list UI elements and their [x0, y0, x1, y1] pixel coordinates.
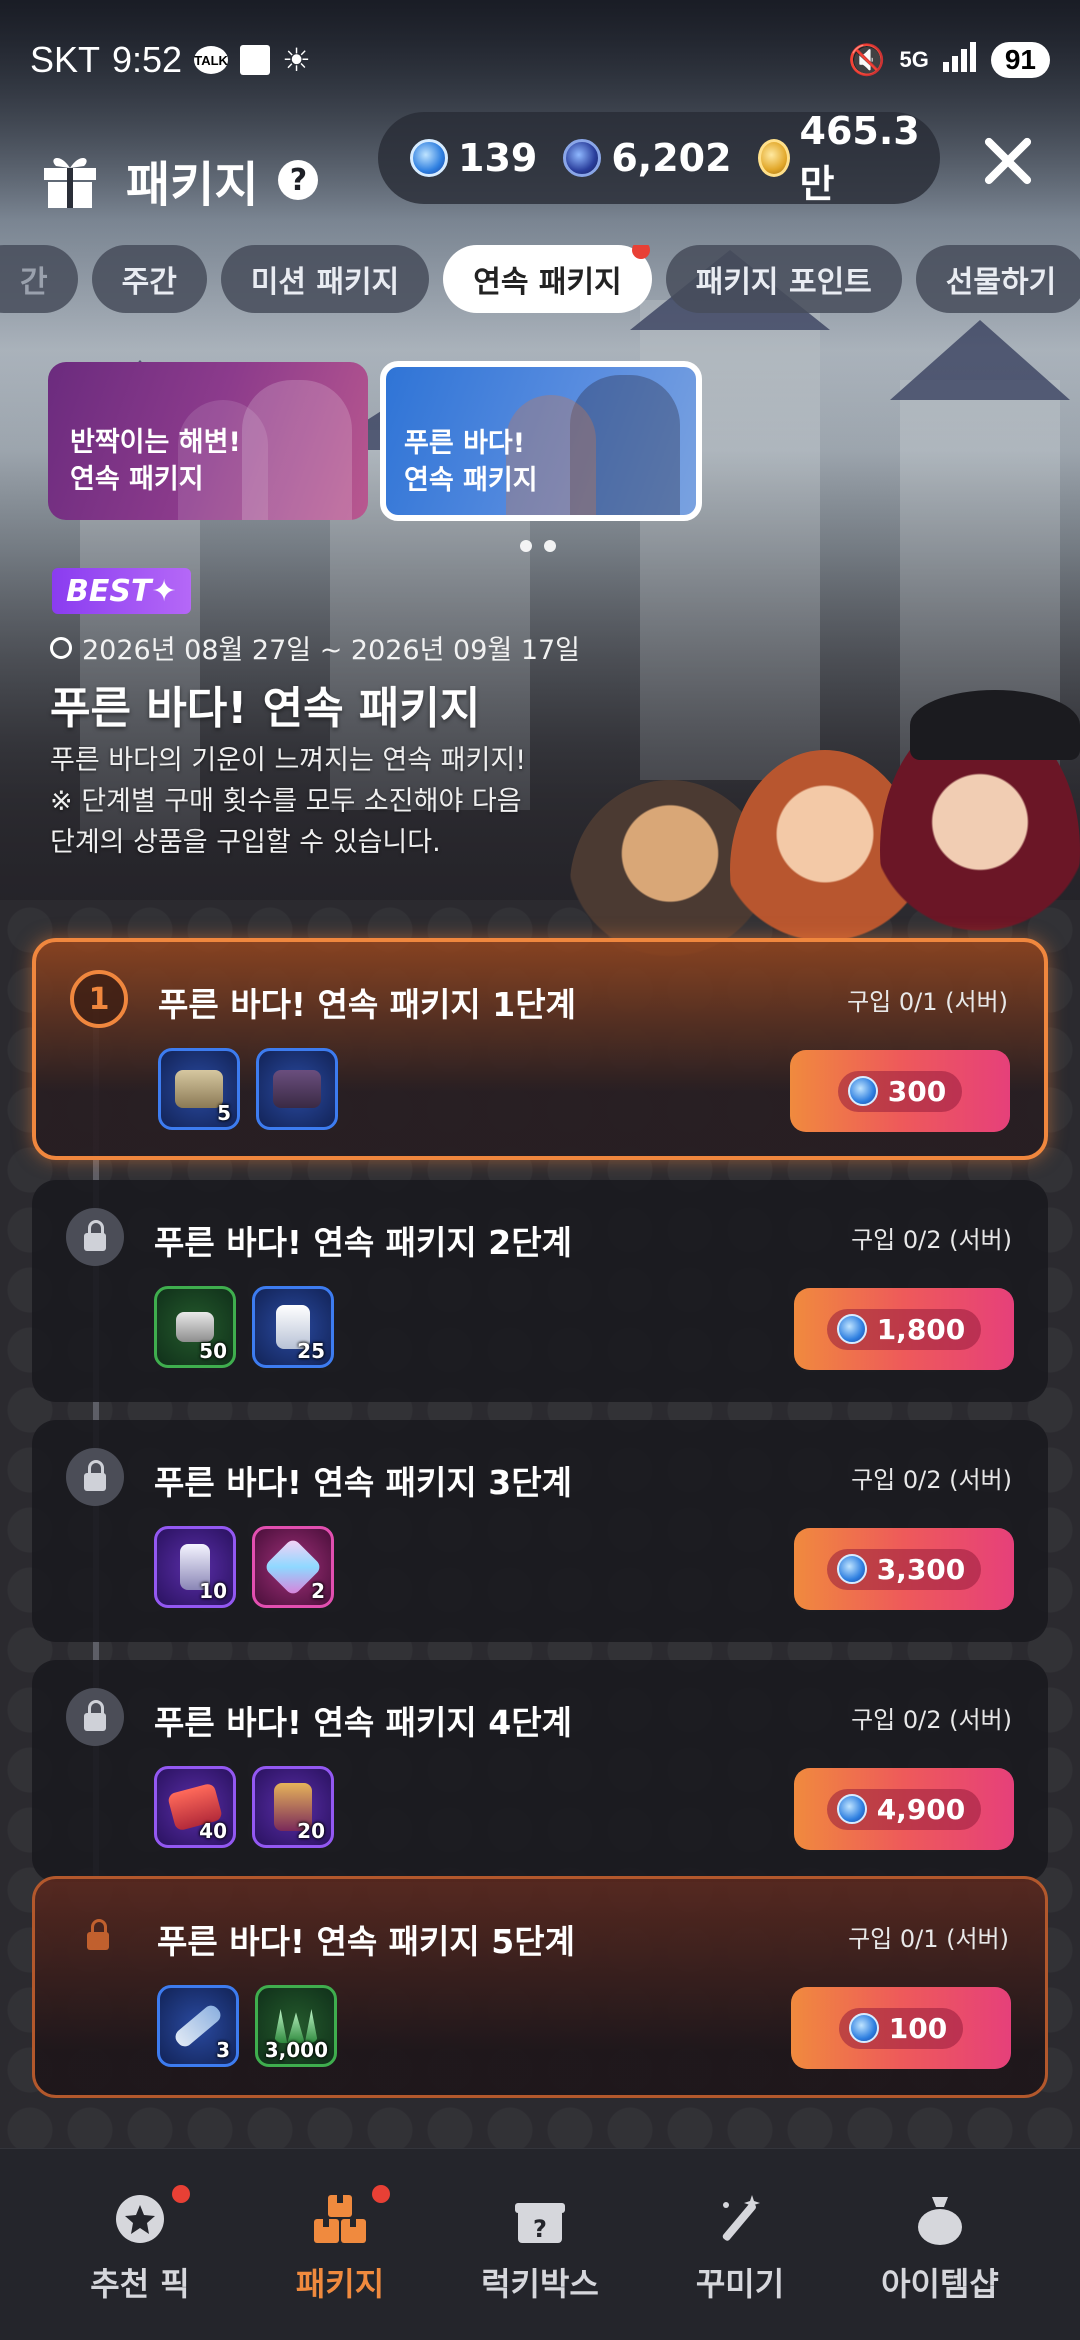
tab-partial[interactable]: 간	[0, 245, 78, 313]
package-step-3: 푸른 바다! 연속 패키지 3단계 구입 0/2 (서버) 10 2 3,300	[32, 1420, 1048, 1642]
banner-label: 푸른 바다! 연속 패키지	[404, 428, 538, 496]
magic-wand-icon	[712, 2191, 768, 2247]
blue-gem-icon	[410, 139, 448, 177]
nav-customize[interactable]: 꾸미기	[650, 2149, 830, 2340]
banner-beach-package[interactable]: 반짝이는 해변! 연속 패키지	[48, 362, 368, 520]
package-step-5: 푸른 바다! 연속 패키지 5단계 구입 0/1 (서버) 3 3,000 10…	[32, 1876, 1048, 2098]
currency-blue-gem: 139	[410, 136, 537, 180]
buy-button[interactable]: 1,800	[794, 1288, 1014, 1370]
buy-button[interactable]: 100	[791, 1987, 1011, 2069]
tab-continuous-package[interactable]: 연속 패키지	[443, 245, 652, 313]
ore-icon	[176, 1312, 214, 1342]
battery-indicator: 91	[990, 42, 1050, 78]
package-step-4: 푸른 바다! 연속 패키지 4단계 구입 0/2 (서버) 40 20 4,90…	[32, 1660, 1048, 1882]
reward-item[interactable]: 3	[157, 1985, 239, 2067]
step-number-badge: 1	[70, 970, 128, 1028]
purchase-limit: 구입 0/1 (서버)	[848, 1925, 1009, 1953]
blue-gem-icon	[836, 1314, 867, 1344]
purchase-limit: 구입 0/2 (서버)	[851, 1706, 1012, 1734]
mute-icon: 🔇	[848, 43, 886, 77]
package-title: 푸른 바다! 연속 패키지	[50, 683, 481, 734]
brightness-icon: ☀	[282, 42, 311, 78]
reward-item[interactable]: 50	[154, 1286, 236, 1368]
kakaotalk-icon: TALK	[194, 46, 229, 74]
step-title: 푸른 바다! 연속 패키지 5단계	[157, 1922, 575, 1961]
purchase-limit: 구입 0/2 (서버)	[851, 1226, 1012, 1254]
money-bag-icon	[912, 2191, 968, 2247]
package-description: 푸른 바다의 기운이 느껴지는 연속 패키지! ※ 단계별 구매 횟수를 모두 …	[50, 745, 527, 858]
buy-button[interactable]: 300	[790, 1050, 1010, 1132]
bottom-navigation: 추천 픽 패키지 ? 럭키박스 꾸미기 아이템샵	[0, 2148, 1080, 2340]
purchase-limit: 구입 0/1 (서버)	[847, 988, 1008, 1016]
package-step-2: 푸른 바다! 연속 패키지 2단계 구입 0/2 (서버) 50 25 1,80…	[32, 1180, 1048, 1402]
step-title: 푸른 바다! 연속 패키지 1단계	[158, 985, 576, 1024]
category-tabs: 간 주간 미션 패키지 연속 패키지 패키지 포인트 선물하기	[0, 245, 1080, 315]
mystery-box-icon: ?	[512, 2191, 568, 2247]
banner-pager	[520, 540, 556, 552]
gold-coin-icon	[757, 139, 790, 177]
status-bar: SKT 9:52 TALK ☀ 🔇 5G 91	[0, 0, 1080, 120]
nav-package[interactable]: 패키지	[250, 2149, 430, 2340]
nav-item-shop[interactable]: 아이템샵	[850, 2149, 1030, 2340]
reward-item[interactable]: 20	[252, 1766, 334, 1848]
blue-gem-icon	[836, 1794, 867, 1824]
star-badge-icon	[112, 2191, 168, 2247]
buy-button[interactable]: 3,300	[794, 1528, 1014, 1610]
sale-period: 2026년 08월 27일 ~ 2026년 09월 17일	[50, 628, 580, 667]
tab-weekly[interactable]: 주간	[91, 245, 207, 313]
reward-item[interactable]: 5	[158, 1048, 240, 1130]
blue-gem-icon	[836, 1554, 867, 1584]
help-icon[interactable]: ?	[278, 160, 319, 200]
network-label: 5G	[899, 47, 929, 72]
nav-recommended-pick[interactable]: 추천 픽	[50, 2149, 230, 2340]
notification-dot	[372, 2185, 390, 2203]
blue-gem-icon	[847, 1076, 878, 1106]
banner-label: 반짝이는 해변! 연속 패키지	[70, 427, 241, 495]
boxes-icon	[312, 2191, 368, 2247]
reward-item[interactable]: 2	[252, 1526, 334, 1608]
reward-item[interactable]: 25	[252, 1286, 334, 1368]
reward-item[interactable]: 40	[154, 1766, 236, 1848]
tab-mission-package[interactable]: 미션 패키지	[220, 245, 430, 313]
gift-icon	[40, 150, 100, 210]
lock-icon	[66, 1448, 124, 1506]
tab-gift[interactable]: 선물하기	[915, 245, 1080, 313]
currency-gold: 465.3만	[757, 109, 926, 208]
tab-package-point[interactable]: 패키지 포인트	[665, 245, 902, 313]
lock-icon	[69, 1907, 127, 1965]
banner-blue-sea-package[interactable]: 푸른 바다! 연속 패키지	[380, 361, 702, 521]
svg-text:?: ?	[533, 2215, 547, 2243]
notification-dot	[172, 2185, 190, 2203]
notification-dot	[631, 245, 650, 259]
reward-item[interactable]: 3,000	[255, 1985, 337, 2067]
page-title: 패키지	[126, 157, 259, 213]
step-title: 푸른 바다! 연속 패키지 3단계	[154, 1463, 572, 1502]
reward-item[interactable]: 10	[154, 1526, 236, 1608]
nav-luckybox[interactable]: ? 럭키박스	[450, 2149, 630, 2340]
clock-time: 9:52	[112, 39, 183, 80]
purchase-limit: 구입 0/2 (서버)	[851, 1466, 1012, 1494]
treasure-chest-icon	[273, 1070, 321, 1108]
step-title: 푸른 바다! 연속 패키지 2단계	[154, 1223, 572, 1262]
lock-icon	[66, 1688, 124, 1746]
buy-button[interactable]: 4,900	[794, 1768, 1014, 1850]
step-title: 푸른 바다! 연속 패키지 4단계	[154, 1703, 572, 1742]
dark-gem-icon	[563, 139, 602, 177]
close-icon[interactable]	[975, 128, 1041, 194]
clock-icon	[50, 636, 72, 659]
reward-item[interactable]	[256, 1048, 338, 1130]
carrier: SKT	[30, 39, 101, 80]
blue-gem-icon	[848, 2013, 879, 2043]
lock-icon	[66, 1208, 124, 1266]
signal-icon	[942, 39, 977, 81]
currency-dark-gem: 6,202	[563, 136, 732, 180]
currency-bar: 139 6,202 465.3만	[378, 109, 940, 206]
package-step-1: 1 푸른 바다! 연속 패키지 1단계 구입 0/1 (서버) 5 300	[32, 938, 1048, 1160]
silver-chest-icon	[175, 1070, 223, 1108]
best-badge: BEST ✦	[52, 568, 191, 614]
note-icon	[240, 45, 271, 75]
